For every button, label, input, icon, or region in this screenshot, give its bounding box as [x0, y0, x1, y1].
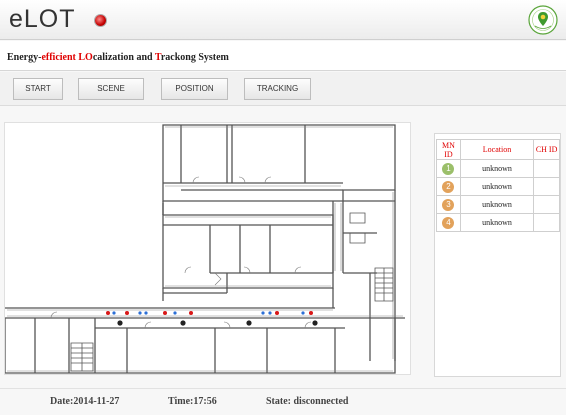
toolbar: START SCENE POSITION TRACKING — [0, 72, 566, 106]
ch-id-cell — [533, 195, 560, 214]
table-row[interactable]: 2 unknown — [436, 177, 560, 196]
column-header-ch-id: CH ID — [533, 139, 560, 160]
time-label: Time:17:56 — [168, 396, 217, 407]
app-title: eLOT — [9, 5, 76, 33]
subtitle-part: LO — [78, 52, 93, 63]
floor-plan-map[interactable] — [5, 123, 412, 376]
connection-status-icon — [95, 15, 106, 26]
location-cell: unknown — [459, 213, 535, 232]
mn-id-cell: 1 — [436, 159, 461, 178]
floor-plan-panel — [4, 122, 411, 375]
scene-button[interactable]: SCENE — [78, 78, 144, 100]
mn-id-cell: 4 — [436, 213, 461, 232]
tracking-button[interactable]: TRACKING — [244, 78, 311, 100]
date-label: Date:2014-11-27 — [50, 396, 120, 407]
system-subtitle: Energy-efficient LOcalization and Tracko… — [7, 52, 229, 63]
node-number-icon: 4 — [442, 216, 455, 229]
mn-id-cell: 2 — [436, 177, 461, 196]
table-row[interactable]: 3 unknown — [436, 195, 560, 214]
node-table: MN ID Location CH ID 1 unknown 2 unknown… — [436, 139, 560, 232]
start-button[interactable]: START — [13, 78, 63, 100]
connection-state-label: State: disconnected — [266, 396, 349, 407]
table-row[interactable]: 1 unknown — [436, 159, 560, 178]
mn-id-cell: 3 — [436, 195, 461, 214]
node-number-icon: 2 — [442, 180, 455, 193]
subtitle-bar: Energy-efficient LOcalization and Tracko… — [0, 41, 566, 71]
position-button[interactable]: POSITION — [161, 78, 228, 100]
node-number-icon: 1 — [442, 162, 455, 175]
location-cell: unknown — [459, 177, 535, 196]
ch-id-cell — [533, 159, 560, 178]
app-header: eLOT — [0, 0, 566, 40]
table-row[interactable]: 4 unknown — [436, 213, 560, 232]
location-cell: unknown — [459, 159, 535, 178]
node-table-panel: MN ID Location CH ID 1 unknown 2 unknown… — [434, 133, 561, 377]
column-header-location: Location — [459, 139, 535, 160]
subtitle-part: efficient — [41, 52, 79, 63]
status-footer: Date:2014-11-27 Time:17:56 State: discon… — [0, 388, 566, 415]
ch-id-cell — [533, 177, 560, 196]
ch-id-cell — [533, 213, 560, 232]
node-number-icon: 3 — [442, 198, 455, 211]
subtitle-part: Energy- — [7, 52, 42, 63]
subtitle-part: calization and — [92, 52, 155, 63]
logo-icon — [528, 5, 558, 35]
column-header-mn-id: MN ID — [436, 139, 461, 160]
subtitle-part: rackong System — [160, 52, 229, 63]
location-cell: unknown — [459, 195, 535, 214]
